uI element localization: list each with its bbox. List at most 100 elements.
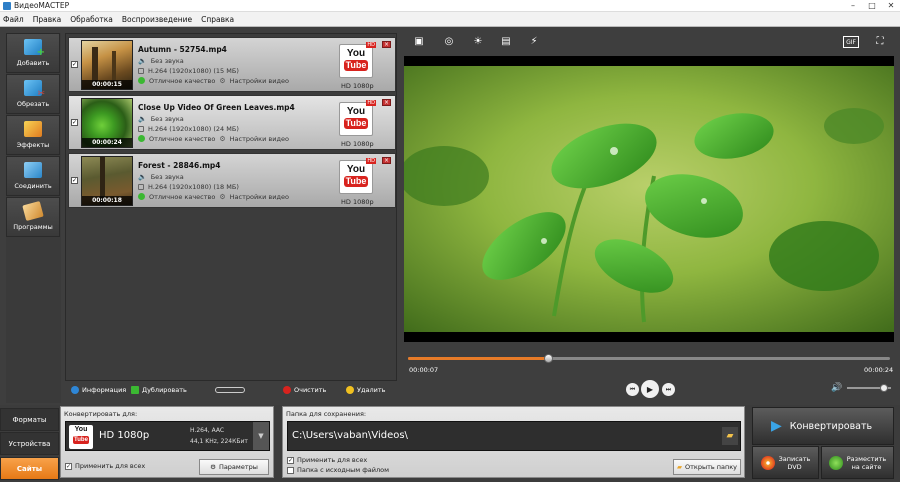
speed-icon[interactable]: ⚡ xyxy=(525,33,543,51)
checkbox[interactable] xyxy=(287,466,294,474)
save-path: C:\Users\vaban\Videos\ xyxy=(292,430,408,441)
burn-dvd-button[interactable]: Записать DVD xyxy=(752,446,819,479)
file-name: Forest - 28846.mp4 xyxy=(138,160,221,170)
sidebar-cut-button[interactable]: ✂ Обрезать xyxy=(6,74,60,114)
timeline-slider[interactable] xyxy=(408,354,890,363)
tab-devices[interactable]: Устройства xyxy=(0,432,59,455)
clear-label: Очистить xyxy=(294,386,327,394)
open-folder-button[interactable]: ▰ Открыть папку xyxy=(673,459,741,475)
youtube-tube-text: Tube xyxy=(343,176,369,187)
hd-badge: HD xyxy=(366,100,376,106)
folder-browse-icon[interactable]: ▰ xyxy=(722,427,738,445)
play-button[interactable]: ▶ xyxy=(641,380,659,398)
remove-file-icon[interactable]: × xyxy=(382,99,391,106)
current-time: 00:00:07 xyxy=(409,366,439,374)
tab-formats[interactable]: Форматы xyxy=(0,408,59,431)
clear-icon xyxy=(283,386,291,394)
convert-label: Конвертировать xyxy=(789,420,873,432)
delete-button[interactable]: Удалить xyxy=(346,386,385,394)
sidebar-programs-button[interactable]: Программы xyxy=(6,197,60,237)
info-button[interactable]: Информация xyxy=(71,386,126,394)
volume-slider[interactable] xyxy=(847,384,891,392)
file-item-green-leaves[interactable]: ✓ 00:00:24 Close Up Video Of Green Leave… xyxy=(68,95,396,150)
publish-online-button[interactable]: Разместить на сайте xyxy=(821,446,894,479)
video-settings-link[interactable]: Настройки видео xyxy=(230,135,289,143)
add-film-icon: + xyxy=(24,39,45,58)
codec-line1: H.264, AAC xyxy=(190,427,225,434)
close-button[interactable]: ✕ xyxy=(884,0,898,12)
sidebar-join-label: Соединить xyxy=(14,182,52,190)
minimize-button[interactable]: – xyxy=(846,0,860,12)
menu-help[interactable]: Справка xyxy=(201,15,234,24)
menu-edit[interactable]: Правка xyxy=(33,15,62,24)
menu-playback[interactable]: Воспроизведение xyxy=(122,15,192,24)
format-dropdown-icon[interactable]: ▼ xyxy=(253,422,269,450)
duration-badge: 00:00:24 xyxy=(82,137,132,147)
file-checkbox[interactable]: ✓ xyxy=(71,119,78,126)
film-icon xyxy=(138,183,144,190)
sidebar-effects-button[interactable]: Эффекты xyxy=(6,115,60,155)
file-checkbox[interactable]: ✓ xyxy=(71,177,78,184)
codec-info: H.264 (1920x1080) (15 МБ) xyxy=(148,66,239,75)
youtube-tube-text: Tube xyxy=(73,436,89,444)
source-folder-option[interactable]: Папка с исходным файлом xyxy=(287,466,389,474)
view-toggle[interactable] xyxy=(215,387,245,393)
audio-info: Без звука xyxy=(150,56,184,65)
sidebar: + Добавить ✂ Обрезать Эффекты Соединить … xyxy=(6,33,61,403)
apply-all-formats[interactable]: ✓ Применить для всех xyxy=(65,462,145,470)
selected-format: HD 1080p xyxy=(99,430,150,441)
duplicate-button[interactable]: Дублировать xyxy=(131,386,187,394)
video-thumbnail: 00:00:18 xyxy=(81,155,133,206)
params-button[interactable]: ⚙ Параметры xyxy=(199,459,269,475)
dvd-label-line1: Записать xyxy=(778,454,811,463)
menu-file[interactable]: Файл xyxy=(3,15,24,24)
menu-processing[interactable]: Обработка xyxy=(70,15,113,24)
quality-label[interactable]: Отличное качество xyxy=(149,193,215,201)
previous-button[interactable]: ⏮ xyxy=(626,383,639,396)
file-checkbox[interactable]: ✓ xyxy=(71,61,78,68)
fullscreen-icon[interactable]: ⛶ xyxy=(871,33,889,51)
delete-label: Удалить xyxy=(357,386,386,394)
file-item-autumn[interactable]: ✓ 00:00:15 Autumn - 52754.mp4 🔈 Без звука… xyxy=(68,37,396,92)
convert-button[interactable]: ▶ Конвертировать xyxy=(752,407,894,445)
youtube-you-text: You xyxy=(346,164,366,175)
video-thumbnail: 00:00:15 xyxy=(81,39,133,90)
crop-frame-icon[interactable]: ▣ xyxy=(410,33,428,51)
volume-handle[interactable] xyxy=(880,384,889,392)
sidebar-join-button[interactable]: Соединить xyxy=(6,156,60,196)
gif-icon[interactable]: GIF xyxy=(843,36,859,48)
checkbox[interactable]: ✓ xyxy=(65,462,72,470)
next-button[interactable]: ⏭ xyxy=(662,383,675,396)
remove-file-icon[interactable]: × xyxy=(382,157,391,164)
convert-for-label: Конвертировать для: xyxy=(64,410,138,418)
tab-sites[interactable]: Сайты xyxy=(0,457,59,480)
video-preview[interactable] xyxy=(404,56,894,342)
quality-label[interactable]: Отличное качество xyxy=(149,77,215,85)
publish-label-line1: Разместить xyxy=(846,454,887,463)
video-settings-link[interactable]: Настройки видео xyxy=(230,193,289,201)
clear-button[interactable]: Очистить xyxy=(283,386,326,394)
app-icon xyxy=(3,1,11,10)
format-selector[interactable]: You Tube HD 1080p H.264, AAC 44,1 KHz, 2… xyxy=(65,421,270,451)
gear-icon: ⚙ xyxy=(219,76,226,85)
timeline-progress xyxy=(408,357,548,360)
video-effects-icon[interactable]: ▤ xyxy=(497,33,515,51)
save-path-field[interactable]: C:\Users\vaban\Videos\ ▰ xyxy=(287,421,741,451)
brightness-icon[interactable]: ☀ xyxy=(469,33,487,51)
apply-all-folder[interactable]: ✓ Применить для всех xyxy=(287,456,367,464)
maximize-button[interactable]: □ xyxy=(865,0,879,12)
rotate-icon[interactable]: ◎ xyxy=(440,33,458,51)
timeline-handle[interactable] xyxy=(543,354,553,363)
source-folder-label: Папка с исходным файлом xyxy=(297,466,390,474)
duplicate-icon xyxy=(131,386,139,394)
apply-all-folder-label: Применить для всех xyxy=(297,456,368,464)
video-settings-link[interactable]: Настройки видео xyxy=(230,77,289,85)
title-bar: ВидеоМАСТЕР – □ ✕ xyxy=(0,0,900,12)
sidebar-add-button[interactable]: + Добавить xyxy=(6,33,60,73)
quality-label[interactable]: Отличное качество xyxy=(149,135,215,143)
remove-file-icon[interactable]: × xyxy=(382,41,391,48)
youtube-you-text: You xyxy=(346,106,366,117)
checkbox[interactable]: ✓ xyxy=(287,456,294,464)
file-item-forest[interactable]: ✓ 00:00:18 Forest - 28846.mp4 🔈 Без звука… xyxy=(68,153,396,208)
volume-icon[interactable]: 🔊 xyxy=(831,383,842,393)
